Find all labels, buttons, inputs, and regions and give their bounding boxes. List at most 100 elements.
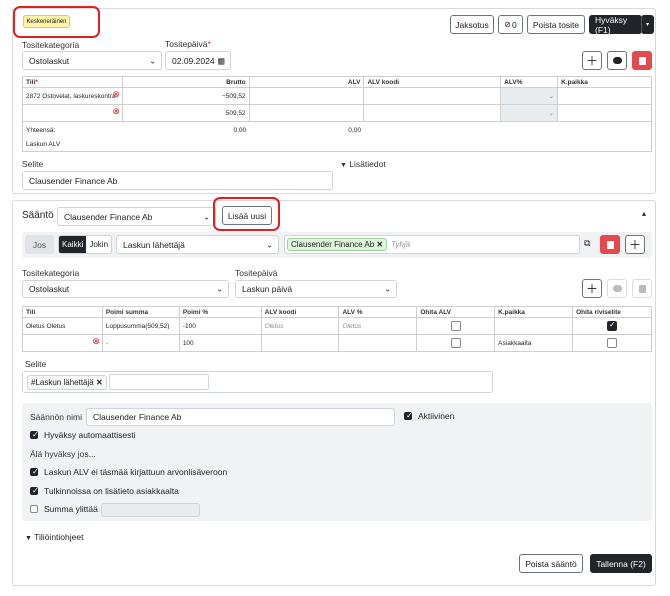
alv-cell[interactable]	[248, 104, 365, 122]
pick-pct-cell[interactable]: 100	[178, 334, 262, 352]
amount-exceeds-input[interactable]	[101, 503, 200, 517]
cond1-checkbox[interactable]	[30, 467, 39, 476]
delete-row-button[interactable]	[632, 51, 652, 70]
cond3-row[interactable]: Summa ylittää	[30, 504, 98, 514]
col-pick-pct: Poimi %	[178, 306, 262, 318]
remove-tag-icon[interactable]: ✕	[376, 240, 383, 249]
kpaikka-cell[interactable]	[557, 87, 652, 105]
skip-desc-checkbox[interactable]	[607, 320, 618, 331]
copy-icon[interactable]: ⧉	[584, 238, 590, 249]
kpaikka-cell[interactable]: Asiakkaalta	[494, 334, 574, 352]
condition-value-input[interactable]: Clausender Finance Ab ✕ Tyhjä	[284, 235, 580, 254]
cond2-row[interactable]: Tulkinnoissa on lisätieto asiakkaalta	[30, 486, 179, 496]
cond2-checkbox[interactable]	[30, 486, 39, 495]
account-cell[interactable]: Oletus Oletus	[22, 317, 103, 335]
alv-code-cell[interactable]	[260, 334, 340, 352]
add-condition-button[interactable]: ＋	[625, 235, 645, 254]
delete-rule-button[interactable]: Poista sääntö	[519, 554, 583, 573]
gross-cell[interactable]: −509,52	[121, 87, 250, 105]
rule-desc-tag-text: #Laskun lähettäjä	[31, 377, 94, 387]
chevron-down-icon: ▼	[25, 535, 32, 542]
rule-date-select[interactable]: Laskun päivä ⌄	[235, 280, 397, 298]
rule-comment-button[interactable]	[607, 279, 627, 298]
pick-sum-cell[interactable]: Loppusumma(509,52)	[101, 317, 180, 335]
instructions-label: Tiliöintiohjeet	[34, 532, 84, 542]
alv-pct-cell: ⌄	[500, 104, 559, 122]
rule-desc-input[interactable]: #Laskun lähettäjä ✕	[22, 371, 493, 393]
col-account-label: Tili	[26, 78, 36, 86]
category-select[interactable]: Ostolaskut ⌄	[22, 51, 162, 70]
kpaikka-cell[interactable]	[557, 104, 652, 122]
instructions-toggle[interactable]: ▼ Tiliöintiohjeet	[25, 532, 83, 542]
pick-sum-cell[interactable]: -	[101, 334, 180, 352]
delete-voucher-button[interactable]: Poista tosite	[527, 15, 585, 34]
attachments-count: 0	[511, 19, 517, 30]
rule-select-value: Clausender Finance Ab	[64, 211, 153, 222]
rule-category-select[interactable]: Ostolaskut ⌄	[22, 280, 229, 298]
calendar-icon[interactable]: ▦	[217, 56, 225, 65]
skip-desc-cell	[572, 317, 652, 335]
jaksotus-button[interactable]: Jaksotus	[450, 15, 494, 34]
alv-pct-cell[interactable]	[338, 334, 418, 352]
all-option[interactable]: Kaikki	[59, 236, 87, 253]
alv-code-cell[interactable]: Oletus	[260, 317, 340, 335]
approve-button[interactable]: Hyväksy (F1)	[589, 15, 642, 35]
extra-info-toggle[interactable]: ▼ Lisätiedot	[340, 159, 386, 169]
rule-lines-table: Tili Poimi summa Poimi % ALV koodi ALV %…	[22, 306, 652, 352]
condition-field-select[interactable]: Laskun lähettäjä ⌄	[116, 235, 279, 254]
chevron-down-icon: ▼	[340, 162, 347, 169]
pick-pct-cell[interactable]: -100	[178, 317, 262, 335]
description-input[interactable]: Clausender Finance Ab	[22, 171, 333, 190]
delete-condition-button[interactable]	[600, 235, 620, 254]
rule-desc-text-input[interactable]	[108, 374, 209, 390]
unlink-icon[interactable]: ⊗	[92, 336, 100, 347]
alv-pct-cell[interactable]: Oletus	[338, 317, 418, 335]
approve-dropdown-button[interactable]: ▾	[641, 15, 654, 34]
col-account: Tili*	[22, 76, 123, 88]
auto-approve-checkbox[interactable]	[30, 430, 39, 439]
gross-cell[interactable]: 509,52	[121, 104, 250, 122]
cond3-label: Summa ylittää	[44, 504, 98, 514]
cond3-checkbox[interactable]	[30, 505, 38, 513]
if-label: Jos	[25, 235, 54, 254]
trash-icon	[638, 56, 646, 65]
table-row: 2872 Ostovelat, laskureskontra ⊗ −509,52 …	[22, 87, 652, 105]
skip-alv-checkbox[interactable]	[450, 338, 461, 348]
rule-add-row-button[interactable]: ＋	[582, 279, 602, 298]
comment-button[interactable]	[607, 51, 627, 70]
account-cell[interactable]: ⊗	[22, 334, 103, 352]
add-row-button[interactable]: ＋	[582, 51, 602, 70]
cond1-row[interactable]: Laskun ALV ei täsmää kirjattuun arvonlis…	[30, 467, 227, 477]
date-input[interactable]: 02.09.2024 ▦	[165, 51, 231, 70]
remove-tag-icon[interactable]: ✕	[96, 378, 103, 387]
collapse-rule-icon[interactable]: ▴	[642, 209, 646, 218]
unlink-icon[interactable]: ⊗	[112, 89, 120, 100]
any-option[interactable]: Jokin	[86, 236, 111, 253]
add-new-highlight	[213, 197, 280, 231]
alv-cell[interactable]	[248, 87, 365, 105]
attachments-button[interactable]: ⊘ 0	[498, 15, 523, 34]
match-toggle: Kaikki Jokin	[58, 235, 112, 254]
alv-pct-cell: ⌄	[500, 87, 559, 105]
skip-alv-checkbox[interactable]	[450, 321, 461, 331]
alv-code-cell[interactable]	[363, 87, 502, 105]
unlink-icon[interactable]: ⊗	[112, 106, 120, 117]
active-checkbox[interactable]	[404, 411, 413, 420]
alv-code-cell[interactable]	[363, 104, 502, 122]
rule-name-input[interactable]: Clausender Finance Ab	[86, 408, 395, 426]
account-cell[interactable]: ⊗	[22, 104, 123, 122]
chevron-down-icon: ⌄	[266, 240, 273, 249]
save-button[interactable]: Tallenna (F2)	[590, 554, 652, 573]
date-label: Tositepäivä*	[165, 39, 211, 49]
skip-desc-checkbox[interactable]	[607, 338, 618, 348]
rule-select[interactable]: Clausender Finance Ab ⌄	[57, 207, 216, 226]
kpaikka-cell[interactable]	[494, 317, 574, 335]
rule-date-value: Laskun päivä	[242, 284, 293, 294]
auto-approve-row[interactable]: Hyväksy automaattisesti	[30, 430, 136, 440]
rule-delete-row-button[interactable]	[632, 279, 652, 298]
col-kpaikka: K.paikka	[494, 306, 574, 318]
account-cell[interactable]: 2872 Ostovelat, laskureskontra ⊗	[22, 87, 123, 105]
totals-label: Yhteensä:	[22, 121, 123, 139]
active-checkbox-row[interactable]: Aktiivinen	[404, 411, 454, 421]
empty-placeholder: Tyhjä	[391, 240, 411, 249]
